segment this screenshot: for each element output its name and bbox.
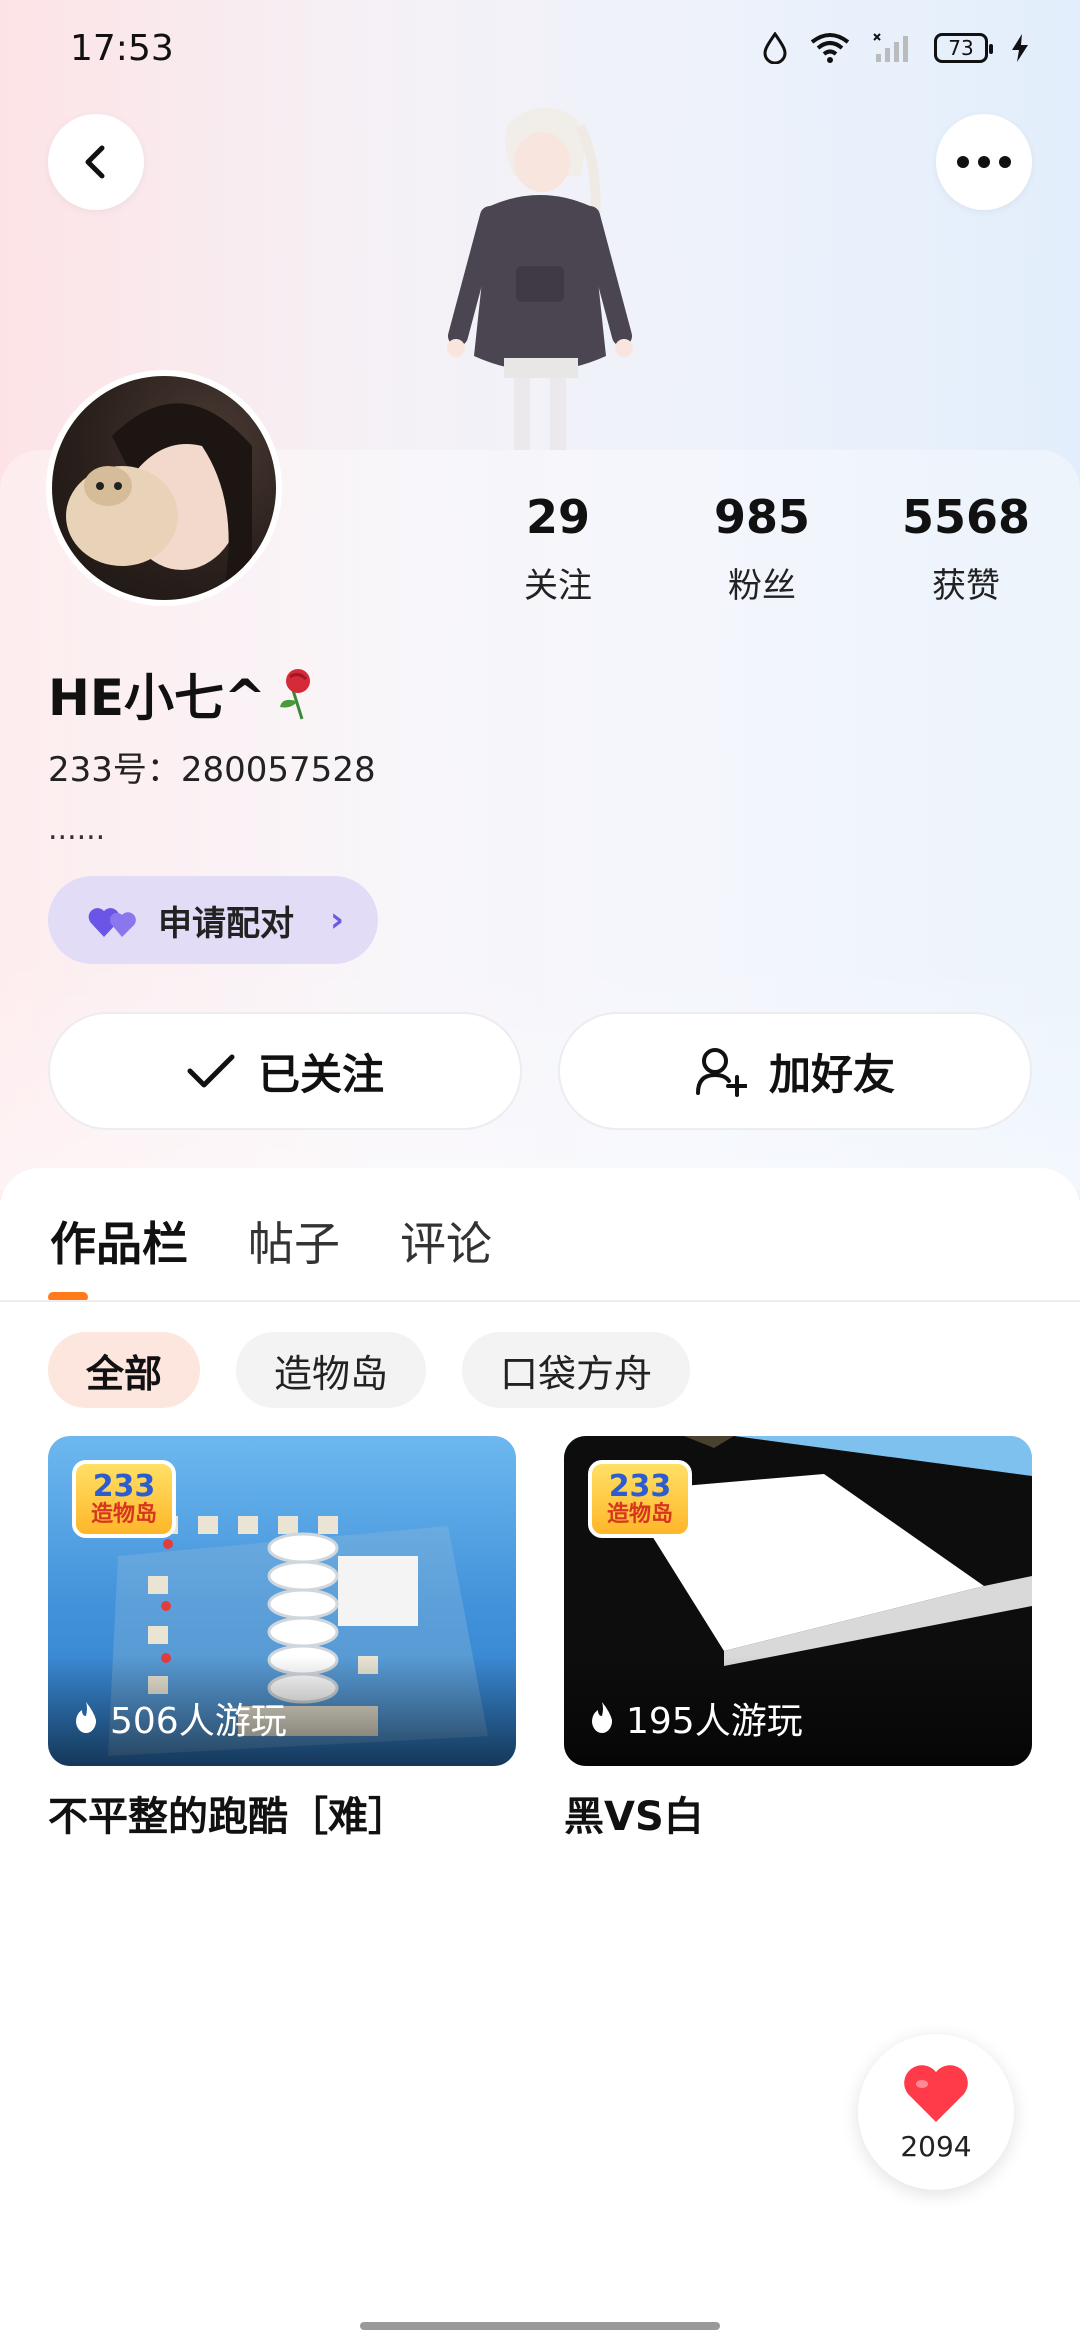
badge-number: 233 [92,1469,156,1504]
user-id: 233号：280057528 [48,750,376,790]
request-pair-label: 申请配对 [158,903,294,944]
add-user-icon [695,1048,747,1097]
charging-icon [1012,34,1028,62]
flame-icon [592,1702,613,1734]
avatar-photo [52,376,276,600]
signal-icon [873,33,908,62]
tab-posts[interactable]: 帖子 [248,1208,340,1274]
filter-pocket-ark[interactable]: 口袋方舟 [462,1332,691,1408]
battery-icon: 73 [934,33,993,63]
filter-chips: 全部 造物岛 口袋方舟 [48,1332,691,1408]
tab-works[interactable]: 作品栏 [50,1208,188,1274]
following-label: 已关注 [257,1049,384,1099]
flame-icon [76,1702,97,1734]
badge-number: 233 [608,1469,672,1504]
back-arrow-icon [85,145,105,179]
avatar[interactable] [46,370,282,606]
following-button[interactable]: 已关注 [48,1012,522,1130]
like-button[interactable]: 2094 [858,2034,1014,2190]
status-bar: 17:53 73 [0,0,1080,96]
creation-island-badge: 233 造物岛 [588,1460,692,1538]
nickname-text: HE小七^ [48,669,266,727]
stat-value: 985 [713,490,811,544]
badge-text: 造物岛 [90,1502,157,1527]
tab-comments[interactable]: 评论 [400,1208,492,1274]
game-thumbnail: 233 造物岛 506人游玩 [48,1436,516,1766]
filter-all[interactable]: 全部 [48,1332,201,1408]
bio: ...... [48,812,106,847]
avatar-figure-image [447,107,633,450]
game-thumbnail: 233 造物岛 195人游玩 [564,1436,1032,1766]
badge-text: 造物岛 [606,1502,673,1527]
add-friend-label: 加好友 [768,1049,895,1099]
heart-icon [904,2064,968,2122]
game-title: 不平整的跑酷［难］ [48,1794,408,1840]
play-count-text: 506人游玩 [110,1701,287,1742]
battery-level: 73 [948,36,974,60]
status-icons: 73 [762,32,1030,64]
stat-label: 关注 [524,566,592,606]
request-pair-button[interactable]: 申请配对 › [48,876,378,964]
chevron-right-icon: › [330,900,345,940]
creation-island-badge: 233 造物岛 [72,1460,176,1538]
stat-label: 粉丝 [728,566,796,606]
water-drop-icon [763,32,787,64]
game-card[interactable]: 233 造物岛 195人游玩 黑VS白 [564,1436,1032,1842]
more-options-button[interactable] [936,114,1032,210]
status-time: 17:53 [70,27,174,69]
home-indicator[interactable] [360,2322,720,2330]
play-count: 195人游玩 [588,1692,803,1744]
add-friend-button[interactable]: 加好友 [558,1012,1032,1130]
nickname: HE小七^ [48,658,318,730]
play-count-text: 195人游玩 [626,1701,803,1742]
stat-label: 获赞 [932,566,1000,606]
filter-creation-island[interactable]: 造物岛 [236,1332,427,1408]
stat-likes[interactable]: 5568 获赞 [866,490,1066,607]
stat-following[interactable]: 29 关注 [458,490,658,607]
rose-icon [279,669,310,720]
double-heart-icon [88,908,136,937]
more-dots-icon [957,156,1011,168]
stat-value: 29 [525,490,590,544]
play-count: 506人游玩 [72,1692,287,1744]
checkmark-icon [187,1054,235,1088]
wifi-icon [810,33,850,63]
like-count: 2094 [900,2129,972,2163]
tabs-divider [0,1300,1080,1302]
content-tabs: 作品栏 帖子 评论 [50,1208,492,1274]
stat-value: 5568 [901,490,1031,544]
game-card[interactable]: 233 造物岛 506人游玩 不平整的跑酷［难］ [48,1436,516,1842]
game-title: 黑VS白 [564,1794,704,1840]
back-button[interactable] [48,114,144,210]
stat-followers[interactable]: 985 粉丝 [662,490,862,607]
